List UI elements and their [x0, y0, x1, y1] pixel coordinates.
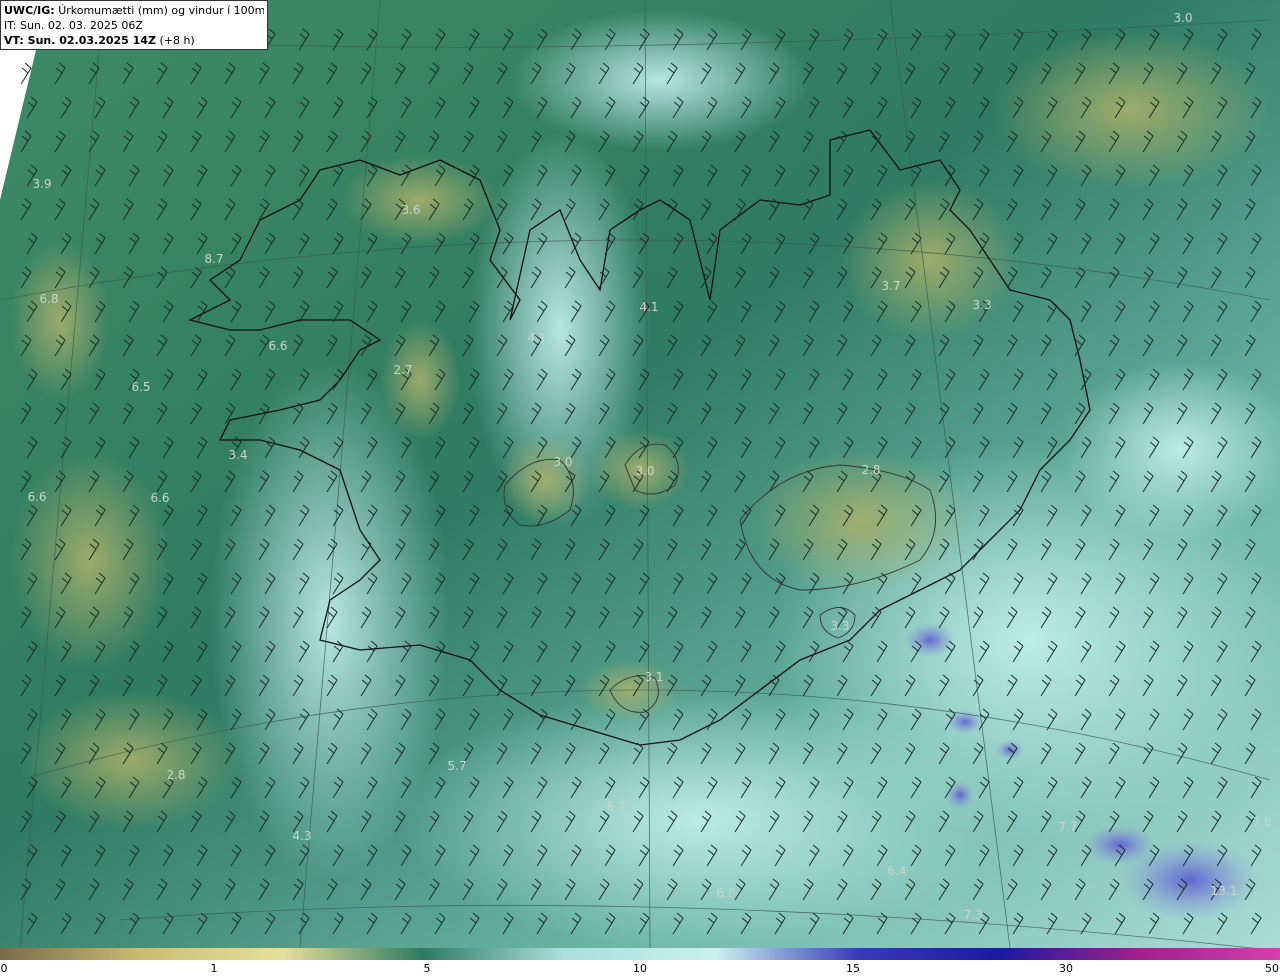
map-value-label: 4.3	[292, 829, 311, 843]
colorbar-tick-1: 1	[210, 962, 218, 975]
lead-time: (+8 h)	[159, 34, 195, 47]
map-value-label: 7.8	[1252, 815, 1271, 829]
map-value-label: 3.4	[228, 448, 247, 462]
map-value-label: 2.8	[166, 768, 185, 782]
weather-map[interactable]: 3.0 3.9 3.6 8.7 6.8 6.6 6.5 3.4 6.6 6.6 4.1 4.1 2.7 3…	[0, 0, 1280, 948]
map-value-label: 5.7	[447, 759, 466, 773]
map-value-label: 3.7	[881, 279, 900, 293]
colorbar: 0 1 5 10 15 30 50	[0, 948, 1280, 978]
valid-time: VT: Sun. 02.03.2025 14Z	[4, 34, 156, 47]
colorbar-tick-50: 50	[1265, 962, 1279, 975]
map-value-label: 6.7	[606, 800, 625, 814]
map-value-label: 6.6	[27, 490, 46, 504]
map-value-label: 7.7	[1058, 820, 1077, 834]
map-value-label: 6.8	[716, 886, 735, 900]
map-value-label: 6.8	[39, 292, 58, 306]
map-value-label: 7.1	[1048, 679, 1067, 693]
colorbar-tick-5: 5	[423, 962, 431, 975]
title-row: UWC/IG: Úrkomumætti (mm) og vindur í 100…	[4, 3, 264, 18]
colorbar-tick-0: 0	[0, 962, 8, 975]
map-canvas: 3.0 3.9 3.6 8.7 6.8 6.6 6.5 3.4 6.6 6.6 4.1 4.1 2.7 3…	[0, 0, 1280, 948]
map-value-label: 3.6	[401, 203, 420, 217]
info-box: UWC/IG: Úrkomumætti (mm) og vindur í 100…	[0, 0, 268, 50]
map-value-label: 4.1	[639, 300, 658, 314]
map-value-label: 6.5	[131, 380, 150, 394]
valid-time-row: VT: Sun. 02.03.2025 14Z (+8 h)	[4, 33, 264, 48]
init-time: IT: Sun. 02. 03. 2025 06Z	[4, 19, 143, 32]
map-value-label: 6.4	[887, 864, 906, 878]
map-value-label: 3.0	[635, 464, 654, 478]
colorbar-tick-30: 30	[1059, 962, 1073, 975]
colorbar-tick-10: 10	[633, 962, 647, 975]
map-value-label: 6.6	[150, 491, 169, 505]
map-value-label: 2.8	[861, 463, 880, 477]
map-value-label: 3.3	[972, 298, 991, 312]
map-value-label: 13.1	[1211, 884, 1238, 898]
map-value-label: 8.7	[204, 252, 223, 266]
colorbar-tick-15: 15	[846, 962, 860, 975]
map-value-label: 6.6	[268, 339, 287, 353]
colorbar-strip	[0, 948, 1280, 960]
map-value-label: 3.1	[644, 670, 663, 684]
map-value-label: 7.3	[963, 908, 982, 922]
map-title: Úrkomumætti (mm) og vindur í 100m hæð	[58, 4, 264, 17]
map-value-label: 3.9	[32, 177, 51, 191]
model-name: UWC/IG:	[4, 4, 55, 17]
map-value-label: 3.0	[553, 455, 572, 469]
map-value-label: 3.0	[1173, 11, 1192, 25]
map-value-label: 2.7	[393, 363, 412, 377]
map-value-label: 4.1	[527, 331, 546, 345]
map-value-label: 3.3	[830, 619, 849, 633]
